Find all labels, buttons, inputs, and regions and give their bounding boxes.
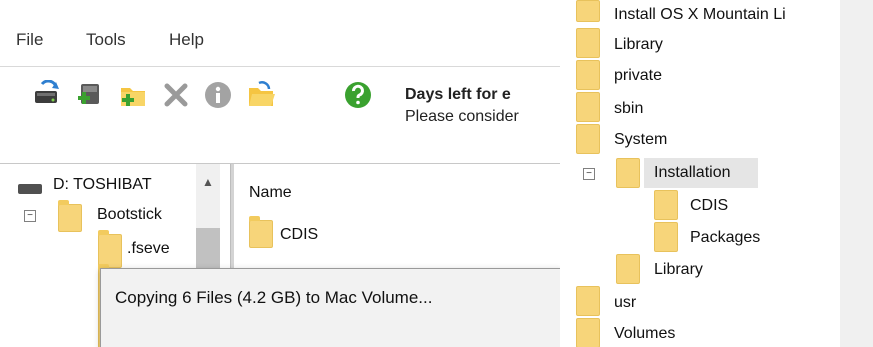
right-tree-item[interactable]: System — [614, 131, 667, 149]
menu-separator — [0, 66, 560, 67]
disk-refresh-icon[interactable] — [32, 80, 62, 110]
folder-icon — [616, 254, 640, 284]
menu-file[interactable]: File — [16, 30, 43, 50]
drive-icon — [18, 184, 42, 194]
tree-expander-bootstick[interactable]: − — [24, 210, 36, 222]
scroll-up-arrow-icon[interactable]: ▲ — [196, 175, 220, 193]
help-icon[interactable] — [343, 80, 373, 110]
copy-progress-message: Copying 6 Files (4.2 GB) to Mac Volume..… — [115, 288, 433, 307]
copy-progress-dialog: Copying 6 Files (4.2 GB) to Mac Volume..… — [100, 268, 560, 347]
right-tree-item[interactable]: Packages — [690, 229, 760, 247]
right-tree-scrollbar[interactable] — [840, 0, 873, 347]
tree-item-bootstick[interactable]: Bootstick — [97, 206, 162, 224]
folder-icon — [576, 0, 600, 22]
delete-icon[interactable] — [161, 80, 191, 110]
days-left-text: Days left for e — [405, 86, 511, 103]
folder-icon — [576, 318, 600, 347]
info-icon[interactable] — [203, 80, 233, 110]
add-drive-icon[interactable] — [75, 80, 105, 110]
app-window: File Tools Help Days left for e Please c… — [0, 0, 560, 347]
folder-icon — [576, 60, 600, 90]
right-folder-tree[interactable]: Install OS X Mountain Li Library private… — [568, 0, 873, 347]
column-header-name[interactable]: Name — [249, 184, 292, 202]
folder-icon — [576, 124, 600, 154]
right-tree-item[interactable]: Install OS X Mountain Li — [614, 6, 786, 24]
right-tree-item-selected[interactable]: Installation — [654, 164, 731, 182]
menu-tools[interactable]: Tools — [86, 30, 126, 50]
right-tree-item[interactable]: sbin — [614, 100, 643, 118]
folder-icon — [616, 158, 640, 188]
right-tree-item[interactable]: Library — [654, 261, 703, 279]
menu-help[interactable]: Help — [169, 30, 204, 50]
right-tree-item[interactable]: CDIS — [690, 197, 728, 215]
folder-icon — [576, 92, 600, 122]
trial-notice-text: Please consider — [405, 108, 519, 125]
folder-icon — [249, 216, 273, 248]
add-folder-icon[interactable] — [118, 80, 148, 110]
folder-icon — [98, 230, 122, 268]
open-folder-icon[interactable] — [246, 80, 276, 110]
folder-icon — [58, 200, 82, 232]
tree-item-fseventsd[interactable]: .fseve — [127, 240, 170, 258]
right-tree-item[interactable]: Volumes — [614, 325, 675, 343]
right-tree-expander-installation[interactable]: − — [583, 168, 595, 180]
right-tree-item[interactable]: usr — [614, 294, 636, 312]
right-tree-item[interactable]: Library — [614, 36, 663, 54]
folder-icon — [576, 28, 600, 58]
folder-icon — [654, 190, 678, 220]
tree-drive-label[interactable]: D: TOSHIBAT — [53, 176, 152, 194]
right-tree-item[interactable]: private — [614, 67, 662, 85]
file-item-cdis[interactable]: CDIS — [280, 226, 318, 244]
folder-icon — [576, 286, 600, 316]
folder-icon — [654, 222, 678, 252]
